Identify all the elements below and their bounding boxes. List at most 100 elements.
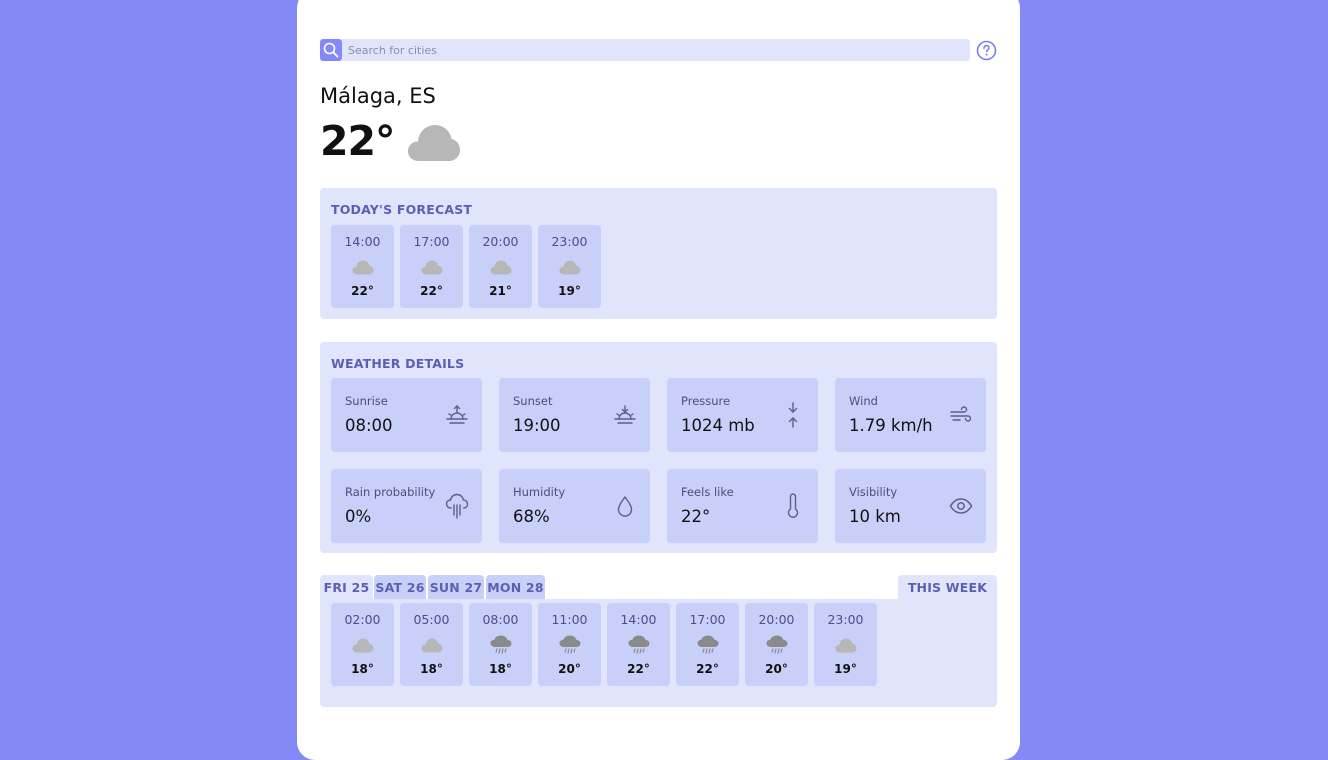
forecast-time: 17:00: [413, 234, 450, 249]
detail-value: 1024 mb: [681, 416, 755, 435]
detail-label: Feels like: [681, 485, 734, 499]
tab-sun-27[interactable]: SUN 27: [428, 575, 484, 599]
this-week-button[interactable]: THIS WEEK: [898, 575, 997, 599]
forecast-hour: 17:00 22°: [676, 603, 739, 686]
forecast-hour: 02:00 18°: [331, 603, 394, 686]
detail-label: Humidity: [513, 485, 566, 499]
forecast-temp: 22°: [420, 284, 443, 298]
current-weather: 22°: [320, 116, 461, 166]
day-forecast-panel: 02:00 18° 05:00 18° 08:00 18° 11:00 20° …: [320, 599, 997, 707]
forecast-hour: 05:00 18°: [400, 603, 463, 686]
detail-rain-probability: Rain probability 0%: [331, 469, 482, 543]
sunrise-icon: [446, 405, 468, 424]
forecast-time: 20:00: [758, 612, 795, 627]
thermometer-icon: [787, 493, 799, 518]
forecast-temp: 21°: [489, 284, 512, 298]
detail-value: 10 km: [849, 507, 901, 526]
forecast-hour: 20:00 21°: [469, 225, 532, 308]
city-name: Málaga, ES: [320, 84, 436, 108]
weather-details-grid: Sunrise 08:00 Sunset 19:00 Pressure 1024…: [331, 378, 986, 543]
eye-icon: [949, 498, 973, 514]
current-temperature: 22°: [320, 117, 396, 165]
forecast-hour: 14:00 22°: [607, 603, 670, 686]
forecast-time: 23:00: [551, 234, 588, 249]
tab-fri-25[interactable]: FRI 25: [320, 575, 373, 599]
forecast-hour: 08:00 18°: [469, 603, 532, 686]
detail-value: 08:00: [345, 416, 393, 435]
rain-cloud-icon: [697, 635, 718, 654]
forecast-hour: 14:00 22°: [331, 225, 394, 308]
detail-value: 0%: [345, 507, 372, 526]
detail-value: 68%: [513, 507, 550, 526]
todays-forecast-panel: TODAY'S FORECAST 14:00 22° 17:00 22° 20:…: [320, 188, 997, 319]
rain-cloud-icon: [628, 635, 649, 654]
forecast-hour: 11:00 20°: [538, 603, 601, 686]
forecast-hour: 23:00 19°: [814, 603, 877, 686]
forecast-temp: 18°: [351, 662, 374, 676]
cloud-icon: [352, 638, 373, 652]
forecast-time: 05:00: [413, 612, 450, 627]
search-bar: [320, 39, 997, 61]
pressure-arrows-icon: [788, 402, 798, 428]
detail-value: 1.79 km/h: [849, 416, 933, 435]
detail-pressure: Pressure 1024 mb: [667, 378, 818, 452]
tab-mon-28[interactable]: MON 28: [486, 575, 545, 599]
cloud-icon: [421, 260, 442, 274]
forecast-time: 17:00: [689, 612, 726, 627]
forecast-time: 08:00: [482, 612, 519, 627]
detail-feels-like: Feels like 22°: [667, 469, 818, 543]
detail-sunrise: Sunrise 08:00: [331, 378, 482, 452]
rain-cloud-icon: [445, 493, 469, 519]
forecast-temp: 20°: [558, 662, 581, 676]
detail-label: Rain probability: [345, 485, 436, 499]
forecast-hour: 23:00 19°: [538, 225, 601, 308]
search-button[interactable]: [320, 39, 342, 61]
detail-visibility: Visibility 10 km: [835, 469, 986, 543]
rain-cloud-icon: [490, 635, 511, 654]
forecast-time: 23:00: [827, 612, 864, 627]
todays-forecast-list: 14:00 22° 17:00 22° 20:00 21° 23:00 19°: [331, 225, 601, 308]
help-button[interactable]: [975, 39, 997, 61]
forecast-temp: 22°: [696, 662, 719, 676]
search-input[interactable]: [342, 39, 970, 61]
detail-value: 19:00: [513, 416, 561, 435]
forecast-temp: 18°: [420, 662, 443, 676]
forecast-time: 14:00: [344, 234, 381, 249]
todays-forecast-title: TODAY'S FORECAST: [331, 202, 473, 217]
rain-cloud-icon: [766, 635, 787, 654]
detail-sunset: Sunset 19:00: [499, 378, 650, 452]
forecast-temp: 22°: [627, 662, 650, 676]
detail-label: Visibility: [849, 485, 898, 499]
detail-label: Pressure: [681, 394, 731, 408]
detail-value: 22°: [681, 507, 711, 526]
rain-cloud-icon: [559, 635, 580, 654]
forecast-temp: 18°: [489, 662, 512, 676]
forecast-time: 02:00: [344, 612, 381, 627]
cloud-icon: [835, 638, 856, 652]
day-tabs: FRI 25 SAT 26 SUN 27 MON 28 THIS WEEK: [320, 575, 997, 599]
forecast-temp: 19°: [558, 284, 581, 298]
tab-sat-26[interactable]: SAT 26: [374, 575, 426, 599]
forecast-temp: 19°: [834, 662, 857, 676]
forecast-hour: 20:00 20°: [745, 603, 808, 686]
forecast-temp: 20°: [765, 662, 788, 676]
forecast-time: 20:00: [482, 234, 519, 249]
wind-icon: [950, 406, 972, 422]
weather-details-title: WEATHER DETAILS: [331, 356, 465, 371]
detail-humidity: Humidity 68%: [499, 469, 650, 543]
detail-wind: Wind 1.79 km/h: [835, 378, 986, 452]
forecast-time: 11:00: [551, 612, 588, 627]
cloud-icon: [490, 260, 511, 274]
forecast-hour: 17:00 22°: [400, 225, 463, 308]
detail-label: Sunrise: [345, 394, 388, 408]
sunset-icon: [614, 405, 636, 424]
detail-label: Wind: [849, 394, 878, 408]
forecast-temp: 22°: [351, 284, 374, 298]
cloud-icon: [559, 260, 580, 274]
weather-card: Málaga, ES 22° TODAY'S FORECAST 14:00 22…: [297, 0, 1020, 760]
help-icon: [976, 40, 996, 60]
search-icon: [323, 42, 339, 58]
cloud-icon: [352, 260, 373, 274]
cloud-icon: [407, 125, 460, 161]
forecast-time: 14:00: [620, 612, 657, 627]
